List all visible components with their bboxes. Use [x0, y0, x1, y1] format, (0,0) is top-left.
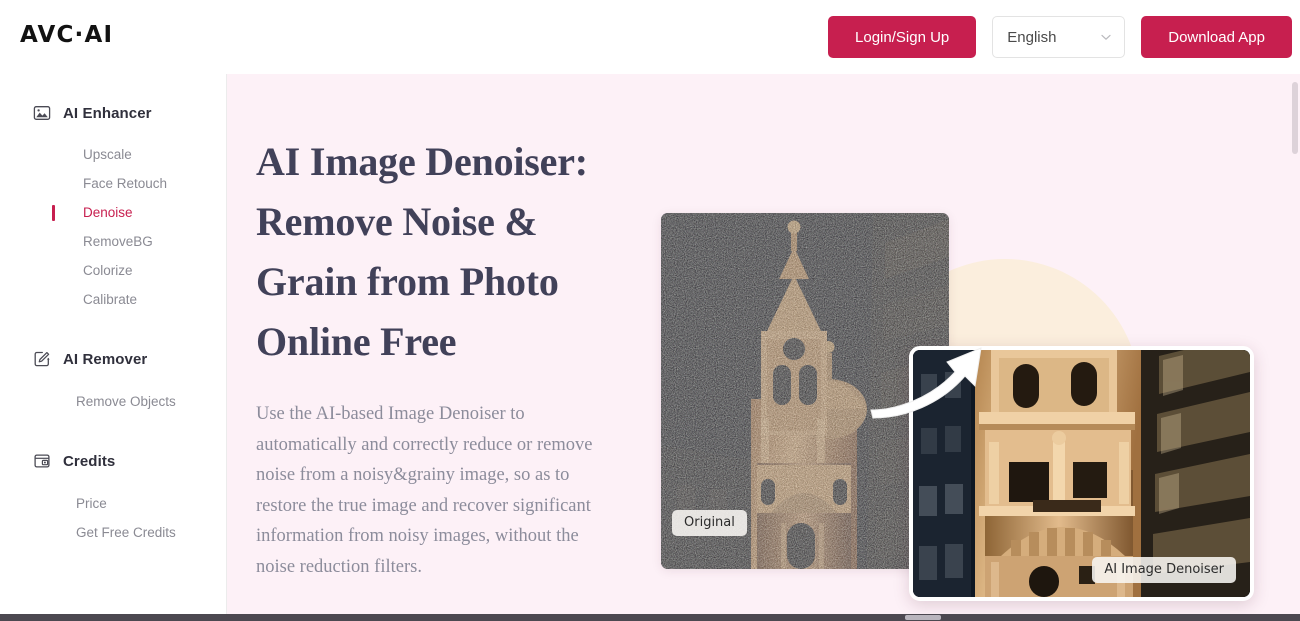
download-app-button[interactable]: Download App [1141, 16, 1292, 58]
sidebar-item-label: Calibrate [83, 292, 138, 307]
sidebar-item-label: Face Retouch [83, 176, 168, 191]
sidebar-group-ai-enhancer[interactable]: AI Enhancer [0, 98, 226, 128]
sidebar-item-denoise[interactable]: Denoise [0, 198, 226, 227]
original-image-card: Original [661, 213, 949, 569]
page-root: AVC·AI Login/Sign Up English Download Ap… [0, 0, 1300, 621]
sidebar-item-colorize[interactable]: Colorize [0, 256, 226, 285]
hero-description: Use the AI-based Image Denoiser to autom… [256, 404, 593, 577]
sidebar-item-face-retouch[interactable]: Face Retouch [0, 169, 226, 198]
vertical-scrollbar-track[interactable] [1291, 74, 1300, 621]
original-badge: Original [672, 510, 747, 536]
magic-wand-icon [33, 350, 51, 368]
sidebar-item-calibrate[interactable]: Calibrate [0, 285, 226, 314]
sidebar-item-label: Remove Objects [76, 394, 176, 409]
top-header: AVC·AI Login/Sign Up English Download Ap… [0, 0, 1300, 74]
before-after-comparison: Original AI Image Denoiser [661, 74, 1300, 621]
wallet-icon [33, 452, 51, 470]
sidebar-item-price[interactable]: Price [0, 489, 226, 518]
vertical-scrollbar-thumb[interactable] [1292, 82, 1298, 154]
sidebar-item-upscale[interactable]: Upscale [0, 140, 226, 169]
chevron-down-icon [1101, 34, 1111, 40]
sidebar-item-label: Price [76, 496, 107, 511]
sidebar-group-ai-remover[interactable]: AI Remover [0, 344, 226, 374]
language-selector[interactable]: English [992, 16, 1126, 58]
ai-result-badge: AI Image Denoiser [1092, 557, 1236, 583]
image-icon [33, 104, 51, 122]
active-indicator [52, 204, 55, 221]
horizontal-scrollbar-track[interactable] [0, 614, 1300, 621]
brand-logo[interactable]: AVC·AI [20, 24, 113, 47]
sidebar-item-get-free-credits[interactable]: Get Free Credits [0, 518, 226, 547]
main-content: AI Image Denoiser: Remove Noise & Grain … [227, 74, 1300, 621]
language-selector-value: English [1007, 28, 1057, 46]
ai-result-image-card: AI Image Denoiser [909, 346, 1254, 601]
sidebar-item-label: Colorize [83, 263, 133, 278]
sidebar: AI Enhancer Upscale Face Retouch Denoise… [0, 74, 227, 621]
sidebar-group-label: Credits [63, 452, 116, 470]
sidebar-item-removebg[interactable]: RemoveBG [0, 227, 226, 256]
sidebar-group-label: AI Enhancer [63, 104, 152, 122]
sidebar-item-label: RemoveBG [83, 234, 153, 249]
horizontal-scrollbar-thumb[interactable] [905, 615, 941, 620]
sidebar-group-credits[interactable]: Credits [0, 446, 226, 476]
header-actions: Login/Sign Up English Download App [828, 16, 1292, 58]
page-title: AI Image Denoiser: Remove Noise & Grain … [256, 139, 588, 364]
sidebar-item-label: Upscale [83, 147, 132, 162]
hero-text-block: AI Image Denoiser: Remove Noise & Grain … [256, 132, 646, 582]
sidebar-item-label: Denoise [83, 205, 133, 220]
login-signup-button[interactable]: Login/Sign Up [828, 16, 977, 58]
sidebar-item-remove-objects[interactable]: Remove Objects [0, 387, 226, 416]
sidebar-group-label: AI Remover [63, 350, 148, 368]
sidebar-item-label: Get Free Credits [76, 525, 176, 540]
